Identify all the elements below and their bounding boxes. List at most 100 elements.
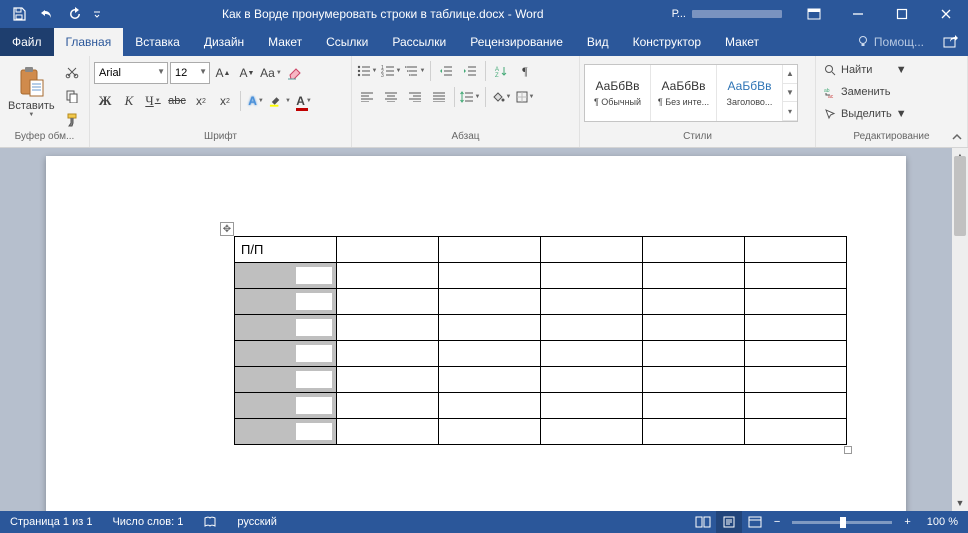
scroll-thumb[interactable] [954,156,966,236]
table-cell[interactable] [439,367,541,393]
table-cell[interactable] [439,263,541,289]
text-effects-button[interactable]: A▼ [245,90,267,112]
find-button[interactable]: Найти▼ [820,60,911,80]
table-cell[interactable] [541,237,643,263]
copy-button[interactable] [61,86,83,106]
status-language[interactable]: русский [227,511,286,533]
table-cell[interactable] [337,315,439,341]
table-cell[interactable] [643,367,745,393]
collapse-ribbon-button[interactable] [948,129,966,145]
tab-table-layout[interactable]: Макет [713,28,771,56]
line-spacing-button[interactable]: ▼ [459,86,481,108]
table-move-handle[interactable]: ✥ [220,222,234,236]
multilevel-list-button[interactable]: ▼ [404,60,426,82]
table-cell[interactable] [439,341,541,367]
table-cell-selected[interactable] [235,263,337,289]
borders-button[interactable]: ▼ [514,86,536,108]
maximize-button[interactable] [880,0,924,28]
align-left-button[interactable] [356,86,378,108]
cut-button[interactable] [61,62,83,82]
subscript-button[interactable]: x2 [190,90,212,112]
scroll-down[interactable]: ▼ [952,495,968,511]
table-cell[interactable] [439,289,541,315]
save-button[interactable] [6,2,32,26]
align-center-button[interactable] [380,86,402,108]
zoom-knob[interactable] [840,517,846,528]
change-case-button[interactable]: Aa▼ [260,62,282,84]
close-button[interactable] [924,0,968,28]
table-cell[interactable] [643,237,745,263]
table-cell[interactable] [337,263,439,289]
font-color-button[interactable]: A▼ [293,90,315,112]
zoom-in-button[interactable]: + [898,511,916,533]
highlight-button[interactable]: ▼ [269,90,291,112]
tab-table-design[interactable]: Конструктор [621,28,713,56]
numbering-button[interactable]: 123▼ [380,60,402,82]
align-right-button[interactable] [404,86,426,108]
strikethrough-button[interactable]: abc [166,90,188,112]
style-normal[interactable]: АаБбВв¶ Обычный [585,65,651,121]
tab-design[interactable]: Дизайн [192,28,256,56]
table-cell[interactable] [541,315,643,341]
font-name-combo[interactable]: Arial▼ [94,62,168,84]
clear-formatting-button[interactable] [284,62,306,84]
styles-gallery[interactable]: АаБбВв¶ Обычный АаБбВв¶ Без инте... АаБб… [584,64,798,122]
table-cell[interactable] [643,393,745,419]
table-cell[interactable] [745,289,847,315]
table-cell[interactable] [541,289,643,315]
table-cell[interactable] [337,419,439,445]
table-cell[interactable] [337,367,439,393]
table-cell[interactable] [541,419,643,445]
view-web-layout[interactable] [742,511,768,533]
table-cell-selected[interactable] [235,341,337,367]
decrease-indent-button[interactable] [435,60,457,82]
table-cell[interactable] [541,393,643,419]
share-button[interactable] [934,28,968,56]
justify-button[interactable] [428,86,450,108]
zoom-level[interactable]: 100 % [917,511,968,533]
undo-button[interactable] [34,2,60,26]
zoom-out-button[interactable]: − [768,511,786,533]
table-cell[interactable] [439,315,541,341]
styles-expand[interactable]: ▾ [783,102,797,121]
ribbon-display-options[interactable] [792,0,836,28]
underline-button[interactable]: Ч▼ [142,90,164,112]
style-heading1[interactable]: АаБбВвЗаголово... [717,65,783,121]
table-cell[interactable] [745,263,847,289]
view-read-mode[interactable] [690,511,716,533]
table-cell[interactable] [337,341,439,367]
table-cell[interactable] [541,263,643,289]
superscript-button[interactable]: x2 [214,90,236,112]
vertical-scrollbar[interactable]: ▲ ▼ [952,148,968,511]
table-cell[interactable] [439,419,541,445]
table-cell[interactable] [745,367,847,393]
styles-scroll-down[interactable]: ▼ [783,84,797,103]
font-size-combo[interactable]: 12▼ [170,62,210,84]
shading-button[interactable]: ▼ [490,86,512,108]
show-marks-button[interactable]: ¶ [514,60,536,82]
table-cell[interactable] [745,419,847,445]
table-cell[interactable] [745,393,847,419]
document-page[interactable]: ✥ П/П [46,156,906,511]
tab-home[interactable]: Главная [54,28,124,56]
table-cell[interactable] [541,341,643,367]
zoom-slider[interactable] [792,521,892,524]
tab-view[interactable]: Вид [575,28,621,56]
tab-insert[interactable]: Вставка [123,28,192,56]
paste-button[interactable]: Вставить ▼ [4,58,59,126]
styles-scroll-up[interactable]: ▲ [783,65,797,84]
table-cell[interactable]: П/П [235,237,337,263]
table-cell[interactable] [541,367,643,393]
tab-file[interactable]: Файл [0,28,54,56]
table-cell[interactable] [643,263,745,289]
table-cell-selected[interactable] [235,367,337,393]
sort-button[interactable]: AZ [490,60,512,82]
table-cell[interactable] [745,315,847,341]
minimize-button[interactable] [836,0,880,28]
style-no-spacing[interactable]: АаБбВв¶ Без инте... [651,65,717,121]
status-proofing[interactable] [193,511,227,533]
table-cell[interactable] [745,237,847,263]
table-cell[interactable] [337,237,439,263]
tell-me[interactable]: Помощ... [846,28,934,56]
table-cell-selected[interactable] [235,315,337,341]
